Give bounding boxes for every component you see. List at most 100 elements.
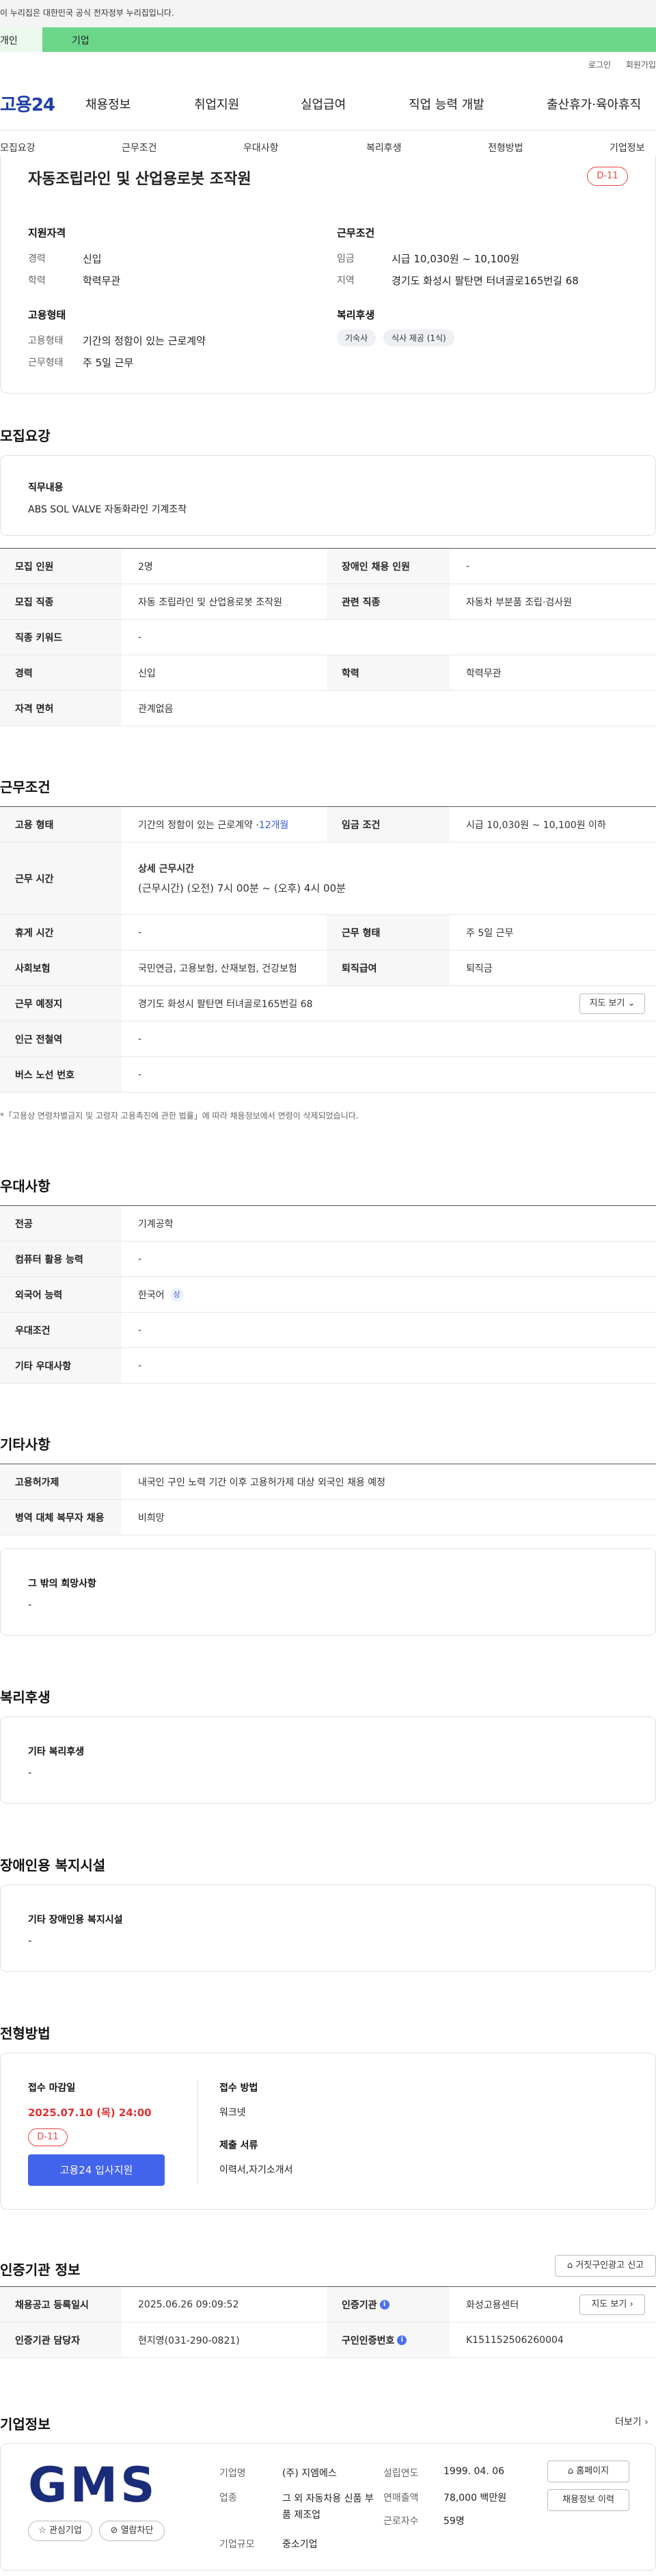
table-header: 휴게 시간 (0, 915, 122, 950)
table-header: 사회보험 (0, 950, 122, 985)
info-icon[interactable]: i (397, 2335, 407, 2345)
workform-label: 근무형태 (28, 357, 64, 368)
block-icon: ⊘ (110, 2525, 118, 2536)
table-row: 고용허가제 내국인 구인 노력 기간 이후 고용허가제 대상 외국인 채용 예정 (0, 1464, 656, 1500)
nav-item-jobs[interactable]: 채용정보 (85, 95, 131, 113)
table-header: 임금 조건 (327, 807, 450, 842)
agency-map-button[interactable]: 지도 보기 › (579, 2294, 645, 2315)
level-badge: 상 (169, 1287, 184, 1302)
career-value: 신입 (83, 253, 102, 265)
job-history-button[interactable]: 채용정보 이력 (547, 2489, 629, 2511)
report-fake-ad-button[interactable]: ⌂ 거짓구인광고 신고 (555, 2255, 656, 2277)
block-view-button[interactable]: ⊘ 열람차단 (99, 2521, 165, 2541)
recruit-table: 모집 인원 2명 장애인 채용 인원 - 모집 직종 자동 조립라인 및 산업용… (0, 548, 656, 727)
table-header: 인근 전철역 (0, 1022, 122, 1056)
login-link[interactable]: 로그인 (588, 60, 611, 70)
subnav-prefer[interactable]: 우대사항 (243, 141, 279, 154)
job-title: 자동조립라인 및 산업용로봇 조작원 (28, 171, 251, 188)
table-header: 퇴직급여 (327, 950, 450, 985)
welfare-title: 복리후생 (337, 309, 375, 321)
table-cell: - (138, 1033, 142, 1045)
table-header: 직종 키워드 (0, 620, 122, 655)
dday-badge: D-11 (28, 2128, 68, 2146)
table-row: 모집 인원 2명 장애인 채용 인원 - (0, 549, 656, 584)
apply-button[interactable]: 고용24 입사지원 (28, 2154, 165, 2186)
table-header: 관련 직종 (327, 584, 450, 619)
company-more-link[interactable]: 더보기 › (615, 2415, 648, 2428)
dday-badge: D-11 (587, 167, 628, 186)
disabled-box-value: - (28, 1934, 32, 1947)
nav-item-support[interactable]: 취업지원 (194, 95, 239, 113)
table-row: 인증기관 담당자 현지영(031-290-0821) 구인인증번호 i K1511… (0, 2322, 656, 2358)
subnav-company[interactable]: 기업정보 (610, 141, 645, 154)
subnav-selection[interactable]: 전형방법 (488, 141, 523, 154)
table-header: 병역 대체 복무자 채용 (0, 1500, 122, 1535)
subnav-work[interactable]: 근무조건 (122, 141, 157, 154)
wage-value: 시급 10,030원 ~ 10,100원 (392, 253, 520, 265)
agency-table: 채용공고 등록일시 2025.06.26 09:09:52 인증기관 i 화성고용… (0, 2286, 656, 2359)
workform-value: 주 5일 근무 (83, 357, 134, 369)
size-value: 중소기업 (282, 2539, 318, 2550)
table-cell: 신입 (138, 668, 156, 679)
table-row: 근무 예정지 경기도 화성시 팔탄면 터녀골로165번길 68 지도 보기 ⌄ (0, 986, 656, 1022)
table-row: 근무 시간 상세 근무시간 (근무시간) (오전) 7시 00분 ~ (오후) … (0, 842, 656, 915)
company-box: GMS ☆ 관심기업 ⊘ 열람차단 기업명 (주) 지엠에스 업종 그 외 자동… (0, 2443, 656, 2571)
table-cell: - (138, 927, 142, 938)
table-header: 자격 면허 (0, 691, 122, 726)
nav-item-leave[interactable]: 출산휴가·육아휴직 (547, 95, 641, 113)
map-view-button[interactable]: 지도 보기 ⌄ (579, 994, 645, 1014)
divider (197, 2081, 198, 2183)
prefer-title: 우대사항 (0, 1178, 51, 1194)
sales-label: 연매출액 (383, 2493, 419, 2504)
homepage-button[interactable]: ⌂ 홈페이지 (547, 2461, 629, 2482)
career-label: 경력 (28, 254, 46, 264)
disabled-box-label: 기타 장애인용 복지시설 (28, 1915, 123, 1926)
chevron-right-icon: › (644, 2417, 648, 2428)
table-header: 우대조건 (0, 1313, 122, 1347)
table-cell: 경기도 화성시 팔탄면 터녀골로165번길 68 (138, 998, 313, 1010)
join-link[interactable]: 회원가입 (626, 60, 656, 70)
table-cell: 2명 (138, 561, 153, 573)
selection-title: 전형방법 (0, 2025, 51, 2042)
favorite-company-button[interactable]: ☆ 관심기업 (28, 2521, 92, 2541)
table-row: 외국어 능력 한국어 상 (0, 1277, 656, 1313)
home-icon: ⌂ (567, 2466, 574, 2476)
table-cell: 시급 10,030원 ~ 10,100원 이하 (466, 819, 606, 831)
table-cell: 현지영(031-290-0821) (138, 2335, 240, 2346)
table-cell: - (138, 1253, 142, 1265)
industry-label: 업종 (219, 2493, 237, 2504)
subnav-recruit[interactable]: 모집요강 (0, 141, 36, 154)
duty-box: 직무내용 ABS SOL VALVE 자동화라인 기계조작 (0, 455, 656, 536)
selection-box: 접수 마감일 2025.07.10 (목) 24:00 D-11 고용24 입사… (0, 2053, 656, 2210)
table-row: 컴퓨터 활용 능력 - (0, 1242, 656, 1277)
company-title: 기업정보 (0, 2416, 51, 2433)
table-row: 기타 우대사항 - (0, 1348, 656, 1384)
work-title: 근무조건 (0, 779, 51, 795)
welfare-section-title: 복리후생 (0, 1689, 51, 1705)
emptype-label: 고용형태 (28, 335, 64, 346)
table-row: 버스 노선 번호 - (0, 1057, 656, 1093)
disabled-title: 장애인용 복지시설 (0, 1857, 106, 1874)
welfare-box-label: 기타 복리후생 (28, 1746, 85, 1757)
tab-business[interactable]: 기업 (72, 33, 90, 47)
site-logo[interactable]: 고용24 (0, 91, 55, 116)
table-cell: 비희망 (138, 1512, 165, 1524)
etc-hope-value: - (28, 1598, 32, 1611)
info-icon[interactable]: i (379, 2299, 390, 2310)
table-cell: 상세 근무시간 (근무시간) (오전) 7시 00분 ~ (오후) 4시 00분 (122, 842, 656, 914)
subnav-welfare[interactable]: 복리후생 (366, 141, 402, 154)
nav-item-training[interactable]: 직업 능력 개발 (409, 95, 484, 113)
table-header: 외국어 능력 (0, 1277, 122, 1312)
table-cell: - (138, 631, 142, 643)
etc-hope-box: 그 밖의 희망사항 - (0, 1548, 656, 1636)
tab-person[interactable]: 개인 (0, 27, 42, 52)
table-cell: 한국어 상 (122, 1277, 656, 1312)
table-header: 모집 직종 (0, 584, 122, 619)
table-cell: 기간의 정함이 있는 근로계약 · 12개월 (122, 807, 327, 842)
gov-banner: 이 누리집은 대한민국 공식 전자정부 누리집입니다. (0, 0, 656, 27)
nav-item-benefit[interactable]: 실업급여 (301, 95, 346, 113)
table-header: 고용허가제 (0, 1464, 122, 1499)
table-header: 모집 인원 (0, 549, 122, 584)
welfare-chip: 기숙사 (337, 329, 377, 346)
table-row: 채용공고 등록일시 2025.06.26 09:09:52 인증기관 i 화성고용… (0, 2287, 656, 2322)
